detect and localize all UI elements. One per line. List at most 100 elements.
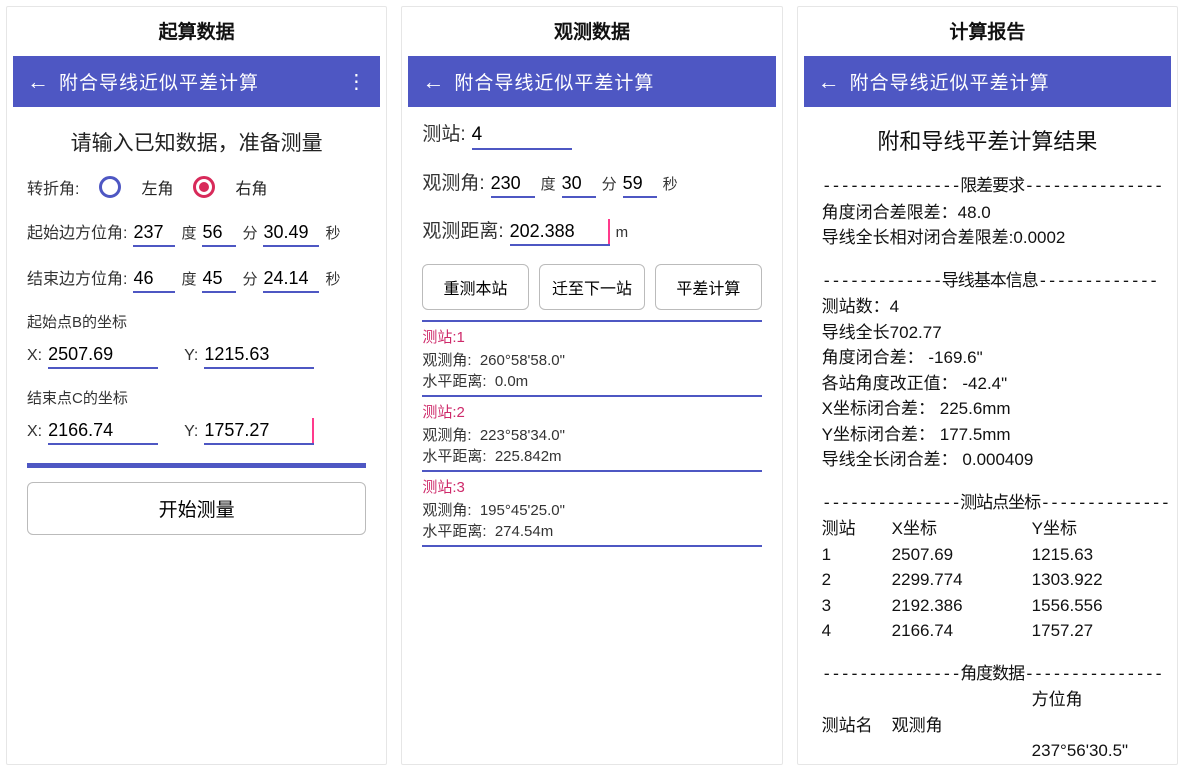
report-title: 附和导线平差计算结果 xyxy=(822,125,1153,158)
menu-icon[interactable]: ⋮ xyxy=(346,69,366,94)
back-icon[interactable]: ← xyxy=(27,71,49,93)
station-block: 测站:3观测角: 195°45'25.0"水平距离: 274.54m xyxy=(422,470,761,547)
obs-dist-row: 观测距离: m xyxy=(422,216,761,246)
station-block: 测站:1观测角: 260°58'58.0"水平距离: 0.0m xyxy=(422,320,761,395)
stations-list: 测站:1观测角: 260°58'58.0"水平距离: 0.0m测站:2观测角: … xyxy=(422,320,761,547)
start-az-sec-input[interactable] xyxy=(263,220,319,247)
cy-input[interactable] xyxy=(204,418,314,445)
end-az-sec-input[interactable] xyxy=(263,266,319,293)
station-input[interactable] xyxy=(472,122,572,150)
station-row: 测站: xyxy=(422,119,761,150)
adjust-calc-button[interactable]: 平差计算 xyxy=(655,264,761,310)
station-dist: 水平距离: 225.842m xyxy=(422,445,761,466)
screen-3: ← 附合导线近似平差计算 附和导线平差计算结果 ---------------限… xyxy=(804,56,1171,765)
sec-unit: 秒 xyxy=(325,222,340,243)
sec-unit2: 秒 xyxy=(325,268,340,289)
station-block: 测站:2观测角: 223°58'34.0"水平距离: 225.842m xyxy=(422,395,761,470)
coord-rows: 12507.691215.6322299.7741303.92232192.38… xyxy=(822,542,1153,644)
turn-label: 转折角: xyxy=(27,175,79,199)
bx-input[interactable] xyxy=(48,342,158,369)
start-az-deg-input[interactable] xyxy=(133,220,175,247)
station-dist: 水平距离: 0.0m xyxy=(422,370,761,391)
coord-row: 12507.691215.63 xyxy=(822,542,1153,568)
min-unit2: 分 xyxy=(242,268,257,289)
deg-u3: 度 xyxy=(541,173,556,194)
basic-6: Y坐标闭合差： 177.5mm xyxy=(822,422,1153,448)
start-az-label: 起始边方位角: xyxy=(27,219,127,243)
by-input[interactable] xyxy=(204,342,314,369)
radio-left[interactable] xyxy=(99,176,121,198)
obs-angle-deg-input[interactable] xyxy=(491,171,535,198)
obs-dist-label: 观测距离: xyxy=(422,216,503,243)
coord-head: 测站 X坐标 Y坐标 xyxy=(822,516,1153,542)
coord-row: 42166.741757.27 xyxy=(822,618,1153,644)
deg-unit2: 度 xyxy=(181,268,196,289)
end-azimuth-row: 结束边方位角: 度 分 秒 xyxy=(27,265,366,293)
min-u3: 分 xyxy=(602,173,617,194)
start-az-min-input[interactable] xyxy=(202,220,236,247)
screen-2: ← 附合导线近似平差计算 测站: 观测角: 度 分 秒 观测距离: m xyxy=(408,56,775,758)
content-2: 测站: 观测角: 度 分 秒 观测距离: m 重测本站 迁至下一站 平差计算 xyxy=(408,107,775,559)
basic-2: 导线全长702.77 xyxy=(822,320,1153,346)
sec-u3: 秒 xyxy=(663,173,678,194)
basic-7: 导线全长闭合差： 0.000409 xyxy=(822,447,1153,473)
start-azimuth-row: 起始边方位角: 度 分 秒 xyxy=(27,219,366,247)
content-1: 请输入已知数据，准备测量 转折角: 左角 右角 起始边方位角: 度 分 秒 结束… xyxy=(13,107,380,547)
back-icon-2[interactable]: ← xyxy=(422,71,444,93)
appbar-title-3: 附合导线近似平差计算 xyxy=(850,68,1157,95)
obs-dist-input[interactable] xyxy=(510,219,610,246)
start-measure-button[interactable]: 开始测量 xyxy=(27,482,366,535)
button-row: 重测本站 迁至下一站 平差计算 xyxy=(422,264,761,310)
remeasure-button[interactable]: 重测本站 xyxy=(422,264,528,310)
station-head: 测站:2 xyxy=(422,401,761,422)
point-c-label: 结束点C的坐标 xyxy=(27,387,366,408)
cx-input[interactable] xyxy=(48,418,158,445)
by-label: Y: xyxy=(184,347,198,365)
obs-angle-sec-input[interactable] xyxy=(623,171,657,198)
report-body: 附和导线平差计算结果 ---------------限差要求----------… xyxy=(804,107,1171,765)
appbar-3: ← 附合导线近似平差计算 xyxy=(804,56,1171,107)
radio-right[interactable] xyxy=(193,176,215,198)
coord-row: 22299.7741303.922 xyxy=(822,567,1153,593)
panel-title-3: 计算报告 xyxy=(798,7,1177,56)
limit-2: 导线全长相对闭合差限差:0.0002 xyxy=(822,225,1153,251)
basic-3: 角度闭合差： -169.6" xyxy=(822,345,1153,371)
coord-row: 32192.3861556.556 xyxy=(822,593,1153,619)
cy-label: Y: xyxy=(184,423,198,441)
basic-4: 各站角度改正值： -42.4" xyxy=(822,371,1153,397)
screen-1: ← 附合导线近似平差计算 ⋮ 请输入已知数据，准备测量 转折角: 左角 右角 起… xyxy=(13,56,380,758)
obs-angle-label: 观测角: xyxy=(422,168,484,195)
limit-1: 角度闭合差限差：48.0 xyxy=(822,200,1153,226)
end-az-min-input[interactable] xyxy=(202,266,236,293)
ang-r1: 1 260°58'15.6" xyxy=(822,764,1153,766)
back-icon-3[interactable]: ← xyxy=(818,71,840,93)
station-angle: 观测角: 223°58'34.0" xyxy=(422,424,761,445)
bx-label: X: xyxy=(27,347,42,365)
min-unit: 分 xyxy=(242,222,257,243)
radio-right-label: 右角 xyxy=(235,175,267,199)
station-head: 测站:3 xyxy=(422,476,761,497)
next-station-button[interactable]: 迁至下一站 xyxy=(539,264,645,310)
ang-head: 测站名 观测角 xyxy=(822,713,1153,739)
station-head: 测站:1 xyxy=(422,326,761,347)
panel-observation-data: 观测数据 ← 附合导线近似平差计算 测站: 观测角: 度 分 秒 观测距离: xyxy=(401,6,782,765)
dist-unit: m xyxy=(616,224,629,241)
obs-angle-min-input[interactable] xyxy=(562,171,596,198)
ang-head2: 方位角 xyxy=(822,687,1153,713)
point-c-row: X: Y: xyxy=(27,418,366,445)
sep-limit: ---------------限差要求--------------- xyxy=(822,174,1153,200)
subtitle-1: 请输入已知数据，准备测量 xyxy=(27,127,366,157)
sep-ang: ---------------角度数据--------------- xyxy=(822,662,1153,688)
end-az-deg-input[interactable] xyxy=(133,266,175,293)
station-label: 测站: xyxy=(422,119,465,146)
radio-left-label: 左角 xyxy=(141,175,173,199)
sep-basic: -------------导线基本信息------------- xyxy=(822,269,1153,295)
appbar-title-2: 附合导线近似平差计算 xyxy=(454,68,761,95)
station-angle: 观测角: 260°58'58.0" xyxy=(422,349,761,370)
deg-unit: 度 xyxy=(181,222,196,243)
basic-5: X坐标闭合差： 225.6mm xyxy=(822,396,1153,422)
cx-label: X: xyxy=(27,423,42,441)
sep-coords: ---------------测站点坐标--------------- xyxy=(822,491,1153,517)
panel-calc-report: 计算报告 ← 附合导线近似平差计算 附和导线平差计算结果 -----------… xyxy=(797,6,1178,765)
basic-1: 测站数：4 xyxy=(822,294,1153,320)
